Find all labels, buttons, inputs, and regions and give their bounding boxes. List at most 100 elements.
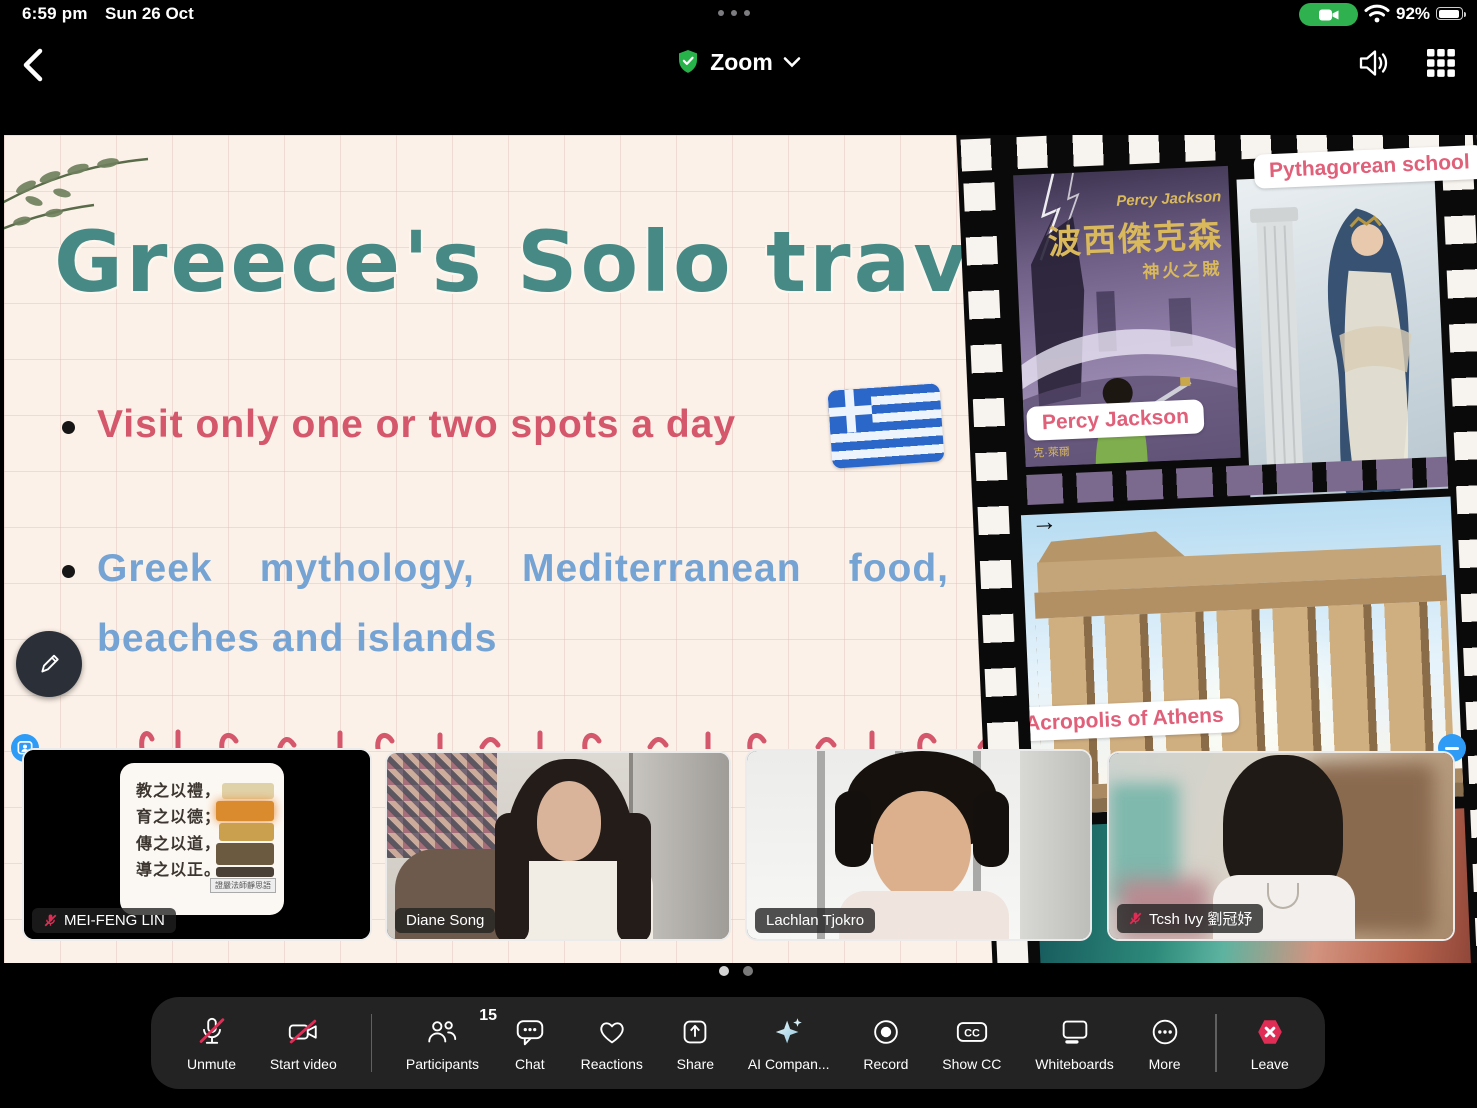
record-button[interactable]: Record: [863, 1015, 908, 1072]
participant-name-tag: Lachlan Tjokro: [755, 908, 875, 933]
whiteboards-label: Whiteboards: [1035, 1056, 1114, 1072]
participant-video-lachlan-tjokro[interactable]: Lachlan Tjokro: [745, 749, 1092, 941]
greek-flag: [827, 383, 944, 469]
quote-line: 育之以德；: [136, 805, 221, 831]
slide-bullet-2: Greek mythology, Mediterranean food, bea…: [62, 547, 949, 661]
apps-grid-button[interactable]: [1425, 47, 1457, 79]
multitask-dots-icon: [718, 10, 750, 16]
camera-icon: [1318, 8, 1340, 22]
pythagorean-school-image: [1236, 171, 1448, 497]
quote-line: 傳之以道，: [136, 832, 221, 858]
meeting-title-group[interactable]: Zoom: [0, 48, 1477, 76]
clock-time: 6:59 pm: [22, 4, 88, 24]
ai-companion-label: AI Compan...: [748, 1056, 830, 1072]
glass-door: [1020, 751, 1090, 941]
chat-button[interactable]: Chat: [513, 1015, 547, 1072]
start-video-label: Start video: [270, 1056, 337, 1072]
reactions-label: Reactions: [581, 1056, 643, 1072]
leave-label: Leave: [1251, 1056, 1289, 1072]
participant-video-diane-song[interactable]: Diane Song: [385, 751, 731, 941]
headphone-right: [973, 791, 1009, 867]
slide-title: Greece's Solo travel: [54, 213, 1063, 311]
leave-icon: [1253, 1015, 1287, 1049]
share-label: Share: [677, 1056, 714, 1072]
participants-icon: [425, 1015, 459, 1049]
participant-name-tag: Diane Song: [395, 908, 495, 933]
ai-companion-sparkle-icon: [771, 1015, 807, 1049]
share-button[interactable]: Share: [677, 1015, 714, 1072]
participant-name: Tcsh Ivy 劉冠妤: [1149, 908, 1252, 929]
record-icon: [869, 1015, 903, 1049]
percy-cover-subtitle-cn: 神火之賊: [1142, 254, 1223, 282]
meeting-title: Zoom: [710, 49, 773, 76]
participant-name: MEI-FENG LIN: [64, 912, 165, 929]
page-dot[interactable]: [743, 966, 753, 976]
shared-screen-area: Greece's Solo travel Visit only one or t…: [0, 100, 1477, 1108]
clock-date: Sun 26 Oct: [105, 4, 194, 24]
headphone-left: [835, 791, 871, 867]
quote-line: 教之以禮，: [136, 779, 221, 805]
grid-icon: [1425, 47, 1457, 79]
thumbnail-page-dots[interactable]: [719, 966, 753, 976]
meeting-nav-bar: Zoom: [0, 28, 1477, 100]
unmute-label: Unmute: [187, 1056, 236, 1072]
reactions-button[interactable]: Reactions: [581, 1015, 643, 1072]
speaker-icon: [1355, 46, 1391, 80]
minus-icon: [1445, 747, 1459, 750]
show-cc-label: Show CC: [942, 1056, 1001, 1072]
video-call-indicator[interactable]: [1299, 3, 1358, 26]
mic-muted-icon: [195, 1015, 229, 1049]
whiteboards-button[interactable]: Whiteboards: [1035, 1015, 1114, 1072]
participants-button[interactable]: Participants 15: [406, 1015, 479, 1072]
ai-companion-button[interactable]: AI Compan...: [748, 1015, 830, 1072]
slide-bullet-1-text: Visit only one or two spots a day: [97, 403, 736, 447]
page-dot-active[interactable]: [719, 966, 729, 976]
more-button[interactable]: More: [1148, 1015, 1182, 1072]
quote-line: 導之以正。: [136, 858, 221, 884]
pencil-icon: [34, 649, 64, 679]
whiteboard-icon: [1058, 1015, 1092, 1049]
percy-cover-author: 克·萊爾: [1033, 443, 1070, 461]
participants-count-badge: 15: [479, 1007, 497, 1025]
wifi-icon: [1364, 4, 1390, 23]
more-icon: [1148, 1015, 1182, 1049]
chat-icon: [513, 1015, 547, 1049]
svg-text:CC: CC: [964, 1027, 980, 1039]
annotate-button[interactable]: [16, 631, 82, 697]
participants-label: Participants: [406, 1056, 479, 1072]
mic-muted-icon: [1128, 911, 1143, 926]
slide-bullet-2-line2: beaches and islands: [97, 617, 949, 661]
slide-bullet-1: Visit only one or two spots a day: [62, 403, 736, 447]
participant-name-tag: MEI-FENG LIN: [32, 908, 176, 933]
unmute-button[interactable]: Unmute: [187, 1015, 236, 1072]
bullet-dot: [62, 421, 75, 434]
slide-bullet-2-line1: Greek mythology, Mediterranean food,: [97, 547, 949, 591]
chevron-down-icon: [783, 56, 801, 68]
show-cc-button[interactable]: CC Show CC: [942, 1015, 1001, 1072]
quote-card: 教之以禮， 育之以德； 傳之以道， 導之以正。 證嚴法師靜思語: [120, 763, 284, 915]
leave-button[interactable]: Leave: [1251, 1015, 1289, 1072]
start-video-button[interactable]: Start video: [270, 1015, 337, 1072]
bullet-dot: [62, 565, 75, 578]
photo-collage-wall: [387, 753, 497, 858]
toolbar-divider: [371, 1014, 373, 1072]
chat-label: Chat: [515, 1056, 545, 1072]
meeting-toolbar: Unmute Start video Participants 15 Chat: [151, 997, 1325, 1089]
record-label: Record: [863, 1056, 908, 1072]
security-shield-icon: [676, 48, 700, 76]
quote-caption: 證嚴法師靜思語: [210, 878, 276, 893]
mic-muted-icon: [43, 913, 58, 928]
participant-name: Diane Song: [406, 912, 484, 929]
participant-name: Lachlan Tjokro: [766, 912, 864, 929]
more-label: More: [1149, 1056, 1181, 1072]
battery-icon: [1436, 7, 1463, 20]
closed-captions-icon: CC: [954, 1015, 990, 1049]
speaker-button[interactable]: [1355, 46, 1391, 80]
toolbar-divider: [1215, 1014, 1217, 1072]
books-illustration: [216, 783, 274, 879]
participant-video-tcsh-ivy[interactable]: Tcsh Ivy 劉冠妤: [1107, 751, 1455, 941]
heart-icon: [595, 1015, 629, 1049]
share-icon: [678, 1015, 712, 1049]
participant-video-mei-feng-lin[interactable]: 教之以禮， 育之以德； 傳之以道， 導之以正。 證嚴法師靜思語 MEI-FENG…: [22, 748, 372, 941]
video-off-icon: [285, 1015, 321, 1049]
